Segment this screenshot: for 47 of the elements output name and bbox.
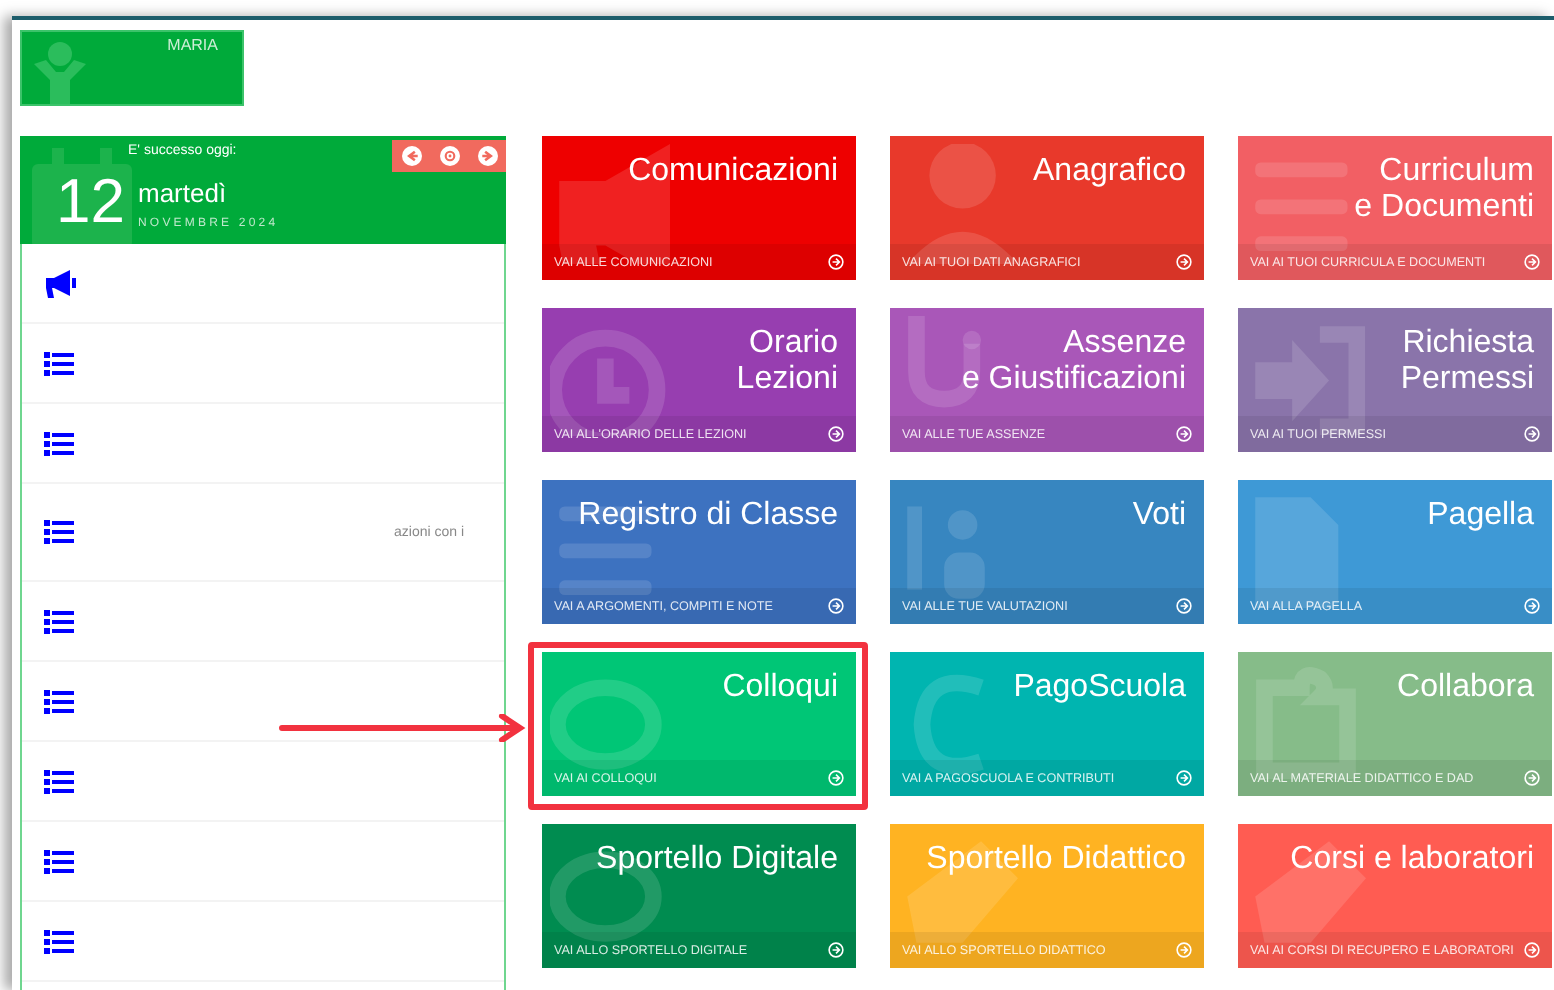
tile-title: Orario Lezioni [736, 326, 838, 398]
arrow-circle-icon [828, 942, 844, 958]
tile-title: Colloqui [722, 670, 838, 706]
arrow-circle-icon [828, 770, 844, 786]
list-icon[interactable] [44, 689, 74, 713]
arrow-circle-icon [1176, 426, 1192, 442]
list-icon[interactable] [44, 351, 74, 375]
tile-title: Sportello Digitale [596, 842, 838, 878]
target-circle-icon[interactable] [439, 146, 459, 166]
arrow-circle-icon [828, 426, 844, 442]
tile-title: Pagella [1427, 498, 1534, 534]
list-icon[interactable] [44, 769, 74, 793]
tile-title: Registro di Classe [578, 498, 838, 534]
arrow-circle-icon [828, 598, 844, 614]
arrow-circle-icon [1176, 942, 1192, 958]
arrow-circle-icon [1524, 942, 1540, 958]
list-icon[interactable] [44, 609, 74, 633]
tile-title: PagoScuola [1013, 670, 1186, 706]
user-name: MARIA [167, 36, 218, 54]
list-icon[interactable] [44, 929, 74, 953]
arrow-circle-icon [1176, 770, 1192, 786]
arrow-circle-icon [1524, 598, 1540, 614]
megaphone-icon[interactable] [44, 269, 76, 297]
day-number: 12 [56, 170, 125, 232]
arrow-circle-icon [1524, 254, 1540, 270]
tile-title: Voti [1132, 498, 1186, 534]
list-icon[interactable] [44, 431, 74, 455]
tile-title: Assenze e Giustificazioni [961, 326, 1186, 398]
right-arrow-circle-icon[interactable] [477, 146, 497, 166]
left-arrow-circle-icon[interactable] [401, 146, 421, 166]
tile-title: Comunicazioni [628, 154, 838, 190]
arrow-circle-icon [1176, 598, 1192, 614]
tile-title: Richiesta Permessi [1400, 326, 1534, 398]
tile-title: Curriculum e Documenti [1354, 154, 1534, 226]
person-icon [30, 40, 90, 104]
calendar-icon [32, 148, 132, 244]
arrow-circle-icon [1176, 254, 1192, 270]
tile-title: Sportello Didattico [926, 842, 1186, 878]
arrow-circle-icon [828, 254, 844, 270]
list-icon[interactable] [44, 520, 74, 544]
tile-title: Anagrafico [1033, 154, 1186, 190]
weekday-label: martedì [138, 178, 227, 208]
arrow-circle-icon [1524, 770, 1540, 786]
tile-title: Corsi e laboratori [1290, 842, 1534, 878]
arrow-circle-icon [1524, 426, 1540, 442]
list-icon[interactable] [44, 849, 74, 873]
tile-title: Collabora [1397, 670, 1534, 706]
